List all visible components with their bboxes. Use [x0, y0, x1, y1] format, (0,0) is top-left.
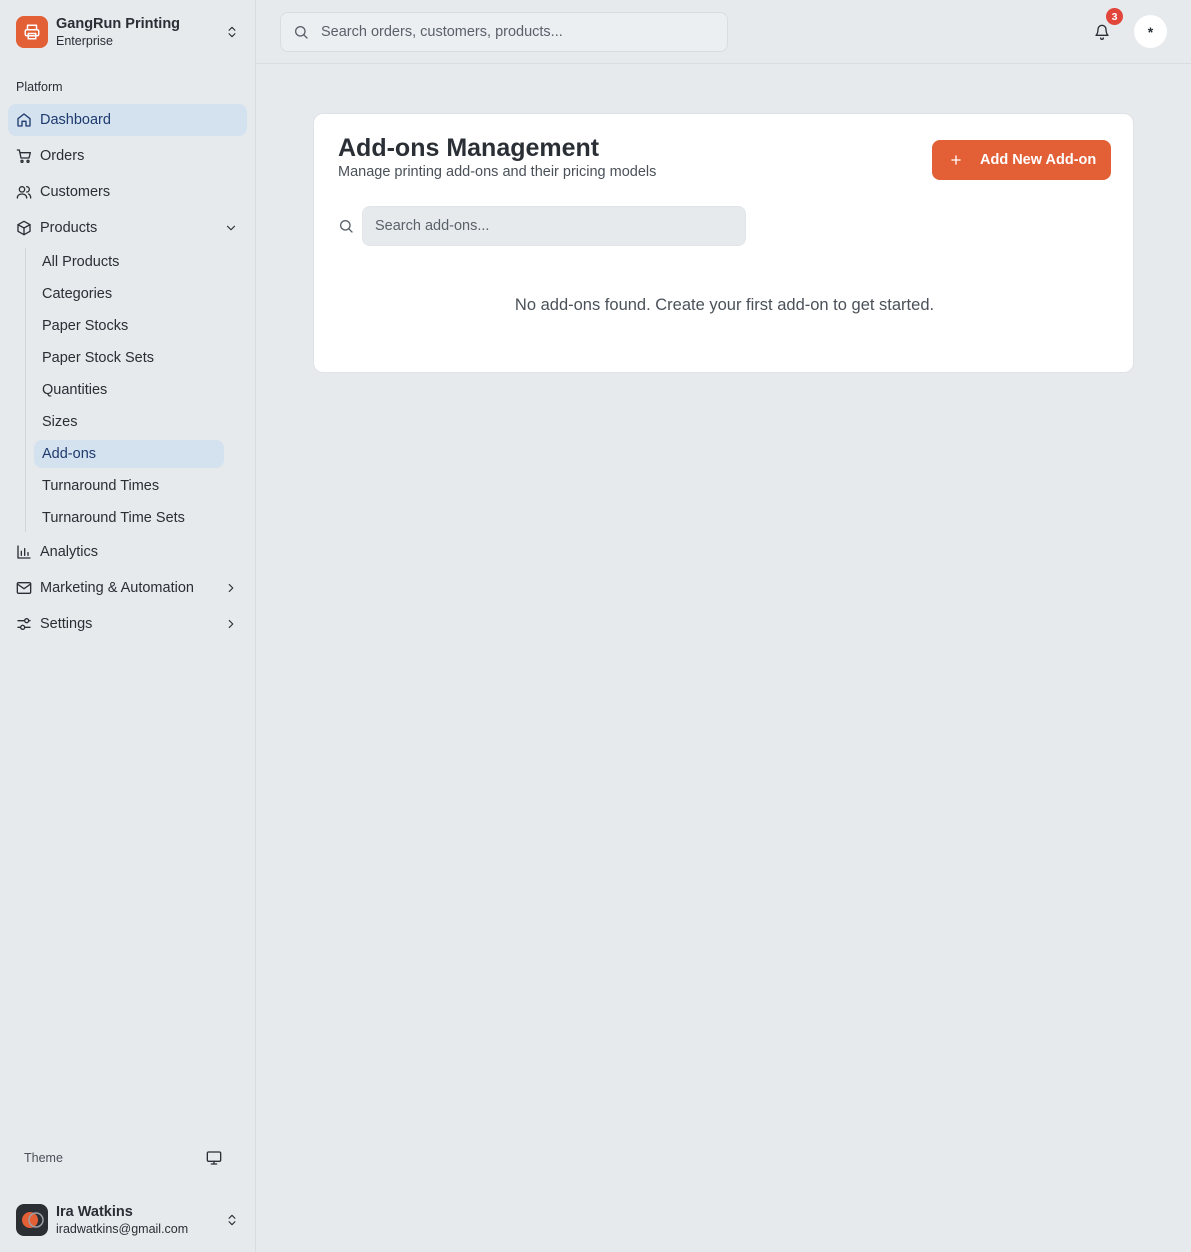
chevrons-up-down-icon[interactable] [224, 24, 240, 40]
search-icon [338, 218, 354, 234]
sidebar-item-label: Dashboard [40, 112, 111, 128]
addons-card: Add-ons Management Manage printing add-o… [313, 113, 1134, 373]
brand-switcher[interactable]: GangRun Printing Enterprise [16, 16, 240, 48]
addon-search-input[interactable] [375, 218, 725, 234]
sidebar-item-settings[interactable]: Settings [8, 608, 247, 640]
global-search[interactable] [280, 12, 728, 52]
subnav-item-turnaround-time-sets[interactable]: Turnaround Time Sets [34, 504, 224, 532]
sidebar-item-analytics[interactable]: Analytics [8, 536, 247, 568]
products-subnav: All Products Categories Paper Stocks Pap… [25, 248, 247, 532]
mail-icon [16, 580, 32, 596]
profile-button[interactable]: * [1134, 15, 1167, 48]
plus-icon [948, 152, 964, 168]
search-icon [293, 24, 309, 40]
sidebar: GangRun Printing Enterprise Platform Das… [0, 0, 256, 1252]
sidebar-item-label: Products [40, 220, 98, 236]
home-icon [16, 112, 32, 128]
sidebar-item-label: Marketing & Automation [40, 580, 194, 596]
subnav-item-paper-stocks[interactable]: Paper Stocks [34, 312, 224, 340]
sidebar-item-label: Settings [40, 616, 93, 632]
theme-label: Theme [24, 1151, 63, 1165]
subnav-item-all-products[interactable]: All Products [34, 248, 224, 276]
subnav-item-paper-stock-sets[interactable]: Paper Stock Sets [34, 344, 224, 372]
user-name: Ira Watkins [56, 1203, 133, 1220]
sidebar-nav: Dashboard Orders Customers Products All … [8, 104, 247, 644]
sidebar-item-orders[interactable]: Orders [8, 140, 247, 172]
sidebar-item-label: Analytics [40, 544, 99, 560]
sidebar-item-label: Customers [40, 184, 111, 200]
brand-name: GangRun Printing [56, 15, 181, 32]
sidebar-item-marketing[interactable]: Marketing & Automation [8, 572, 247, 604]
chevron-right-icon [223, 580, 239, 596]
addon-search-field[interactable] [362, 206, 746, 246]
sidebar-item-customers[interactable]: Customers [8, 176, 247, 208]
add-new-addon-button[interactable]: Add New Add-on [932, 140, 1111, 180]
global-search-input[interactable] [321, 24, 701, 40]
page-title: Add-ons Management [338, 134, 600, 162]
brand-plan: Enterprise [56, 33, 113, 48]
avatar [16, 1204, 48, 1236]
add-new-addon-label: Add New Add-on [980, 152, 1097, 168]
users-icon [16, 184, 32, 200]
chevron-right-icon [223, 616, 239, 632]
chevron-down-icon [223, 220, 239, 236]
empty-state-message: No add-ons found. Create your first add-… [514, 296, 935, 314]
page-subtitle: Manage printing add-ons and their pricin… [338, 164, 657, 180]
cart-icon [16, 148, 32, 164]
subnav-item-quantities[interactable]: Quantities [34, 376, 224, 404]
notification-badge: 3 [1106, 8, 1123, 25]
subnav-item-turnaround-times[interactable]: Turnaround Times [34, 472, 224, 500]
chevrons-up-down-icon[interactable] [224, 1212, 240, 1228]
subnav-item-sizes[interactable]: Sizes [34, 408, 224, 436]
sidebar-item-products[interactable]: Products [8, 212, 247, 244]
package-icon [16, 220, 32, 236]
subnav-item-add-ons[interactable]: Add-ons [34, 440, 224, 468]
sliders-icon [16, 616, 32, 632]
section-label-platform: Platform [16, 80, 63, 94]
monitor-icon[interactable] [204, 1148, 224, 1168]
sidebar-item-dashboard[interactable]: Dashboard [8, 104, 247, 136]
bar-chart-icon [16, 544, 32, 560]
user-menu[interactable]: Ira Watkins iradwatkins@gmail.com [16, 1204, 240, 1236]
printer-icon [16, 16, 48, 48]
sidebar-item-label: Orders [40, 148, 85, 164]
subnav-item-categories[interactable]: Categories [34, 280, 224, 308]
theme-row: Theme [24, 1146, 224, 1170]
topbar: 3 * [256, 0, 1191, 64]
user-email: iradwatkins@gmail.com [56, 1221, 189, 1236]
